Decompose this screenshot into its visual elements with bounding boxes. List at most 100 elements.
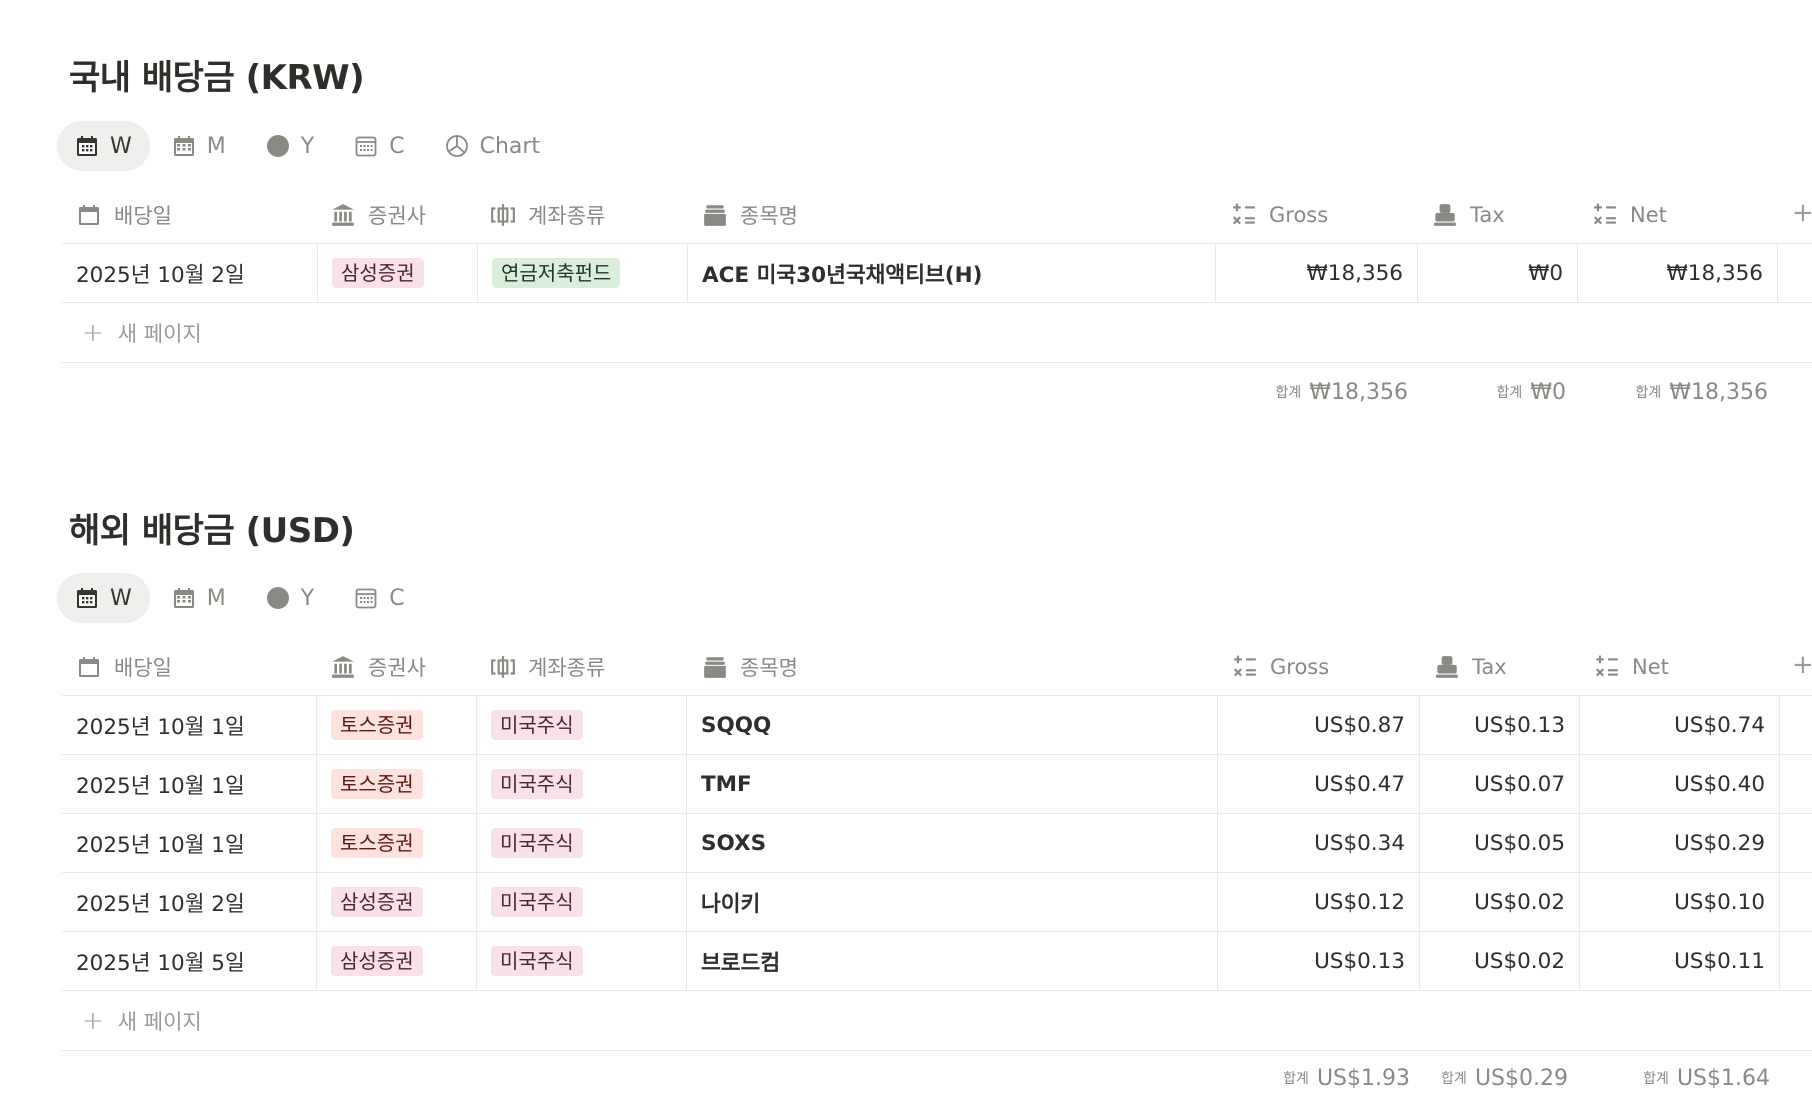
sum-value: ₩0: [1530, 379, 1566, 405]
cell-name[interactable]: 브로드컴: [687, 932, 1218, 990]
sum-label: 합계: [1275, 385, 1302, 401]
sum-label: 합계: [1635, 385, 1662, 401]
broker-tag: 삼성증권: [332, 258, 424, 288]
sum-tax[interactable]: 합계 US$0.29: [1420, 1058, 1568, 1098]
tab-m[interactable]: M: [154, 121, 244, 171]
formula-icon: [1232, 654, 1258, 680]
account-tag: 미국주식: [491, 887, 583, 917]
new-page-button[interactable]: + 새 페이지: [62, 991, 1812, 1051]
table-row[interactable]: 2025년 10월 2일 삼성증권 미국주식 나이키 US$0.12 US$0.…: [62, 873, 1812, 932]
cell-account[interactable]: 미국주식: [477, 814, 687, 872]
calendar-month-icon: [354, 586, 378, 610]
sum-tax[interactable]: 합계 ₩0: [1418, 372, 1566, 412]
sum-net[interactable]: 합계 US$1.64: [1580, 1058, 1770, 1098]
tab-chart[interactable]: Chart: [427, 121, 558, 171]
sum-value: ₩18,356: [1669, 379, 1768, 405]
column-header-account[interactable]: 계좌종류: [490, 186, 605, 244]
cell-broker[interactable]: 삼성증권: [317, 932, 477, 990]
column-header-date[interactable]: 배당일: [76, 186, 172, 244]
column-header-tax[interactable]: Tax: [1432, 186, 1505, 244]
sum-gross[interactable]: 합계 ₩18,356: [1216, 372, 1409, 412]
column-header-name[interactable]: 종목명: [702, 638, 798, 696]
tab-label: M: [206, 585, 226, 611]
cell-account[interactable]: 미국주식: [477, 755, 687, 813]
cell-net: US$0.29: [1580, 814, 1780, 872]
header-label: 종목명: [740, 656, 798, 680]
tab-label: C: [389, 133, 405, 159]
new-page-label: 새 페이지: [117, 1009, 202, 1034]
calendar-icon: [76, 202, 102, 228]
add-column-icon[interactable]: +: [1792, 650, 1812, 680]
tab-y[interactable]: Y: [248, 121, 332, 171]
cell-tax: ₩0: [1418, 244, 1578, 302]
column-header-name[interactable]: 종목명: [702, 186, 798, 244]
cell-gross: US$0.12: [1218, 873, 1420, 931]
cell-gross: US$0.34: [1218, 814, 1420, 872]
cell-broker[interactable]: 토스증권: [317, 814, 477, 872]
new-page-label: 새 페이지: [117, 321, 202, 346]
plus-icon: +: [82, 1005, 104, 1036]
tab-m[interactable]: M: [154, 573, 244, 623]
select-icon: [490, 202, 516, 228]
pie-chart-icon: [445, 134, 469, 158]
tab-y[interactable]: Y: [248, 573, 332, 623]
calendar-icon: [75, 134, 99, 158]
table-row[interactable]: 2025년 10월 1일 토스증권 미국주식 SQQQ US$0.87 US$0…: [62, 696, 1812, 755]
column-header-account[interactable]: 계좌종류: [490, 638, 605, 696]
cell-account[interactable]: 미국주식: [477, 696, 687, 754]
tab-label: W: [110, 585, 132, 611]
broker-tag: 토스증권: [331, 710, 423, 740]
cell-name[interactable]: SQQQ: [687, 696, 1218, 754]
column-header-net[interactable]: Net: [1592, 186, 1667, 244]
header-label: Net: [1632, 655, 1669, 679]
cell-gross: US$0.47: [1218, 755, 1420, 813]
header-label: 증권사: [368, 204, 426, 228]
cell-account[interactable]: 미국주식: [477, 873, 687, 931]
sum-label: 합계: [1283, 1071, 1309, 1087]
cell-account[interactable]: 미국주식: [477, 932, 687, 990]
column-header-broker[interactable]: 증권사: [330, 638, 426, 696]
add-column-icon[interactable]: +: [1792, 198, 1812, 228]
sum-net[interactable]: 합계 ₩18,356: [1578, 372, 1769, 412]
header-label: Tax: [1472, 655, 1507, 679]
cell-broker[interactable]: 삼성증권: [318, 244, 478, 302]
header-label: Net: [1630, 203, 1667, 227]
column-header-net[interactable]: Net: [1594, 638, 1669, 696]
header-label: 종목명: [740, 204, 798, 228]
page-title: 국내 배당금 (KRW): [69, 58, 365, 98]
cell-name[interactable]: 나이키: [687, 873, 1218, 931]
table-row[interactable]: 2025년 10월 1일 토스증권 미국주식 SOXS US$0.34 US$0…: [62, 814, 1812, 873]
tab-w[interactable]: W: [57, 121, 150, 171]
sum-gross[interactable]: 합계 US$1.93: [1216, 1058, 1410, 1098]
column-header-gross[interactable]: Gross: [1232, 638, 1329, 696]
cell-broker[interactable]: 토스증권: [317, 755, 477, 813]
header-label: 계좌종류: [528, 204, 606, 228]
bank-icon: [330, 654, 356, 680]
table-row[interactable]: 2025년 10월 5일 삼성증권 미국주식 브로드컴 US$0.13 US$0…: [62, 932, 1812, 991]
cell-name[interactable]: SOXS: [687, 814, 1218, 872]
calendar-grid-icon: [172, 134, 196, 158]
page-title: 해외 배당금 (USD): [69, 511, 355, 551]
column-header-gross[interactable]: Gross: [1231, 186, 1328, 244]
sum-label: 합계: [1643, 1071, 1669, 1087]
calendar-icon: [76, 654, 102, 680]
cell-name[interactable]: TMF: [687, 755, 1218, 813]
table-row[interactable]: 2025년 10월 2일 삼성증권 연금저축펀드 ACE 미국30년국채액티브(…: [62, 244, 1812, 303]
tab-c[interactable]: C: [336, 573, 422, 623]
tab-c[interactable]: C: [336, 121, 422, 171]
account-tag: 연금저축펀드: [492, 258, 621, 288]
cell-name[interactable]: ACE 미국30년국채액티브(H): [688, 244, 1216, 302]
cell-broker[interactable]: 삼성증권: [317, 873, 477, 931]
cell-broker[interactable]: 토스증권: [317, 696, 477, 754]
tab-label: Y: [300, 585, 315, 611]
column-header-tax[interactable]: Tax: [1434, 638, 1507, 696]
tab-w[interactable]: W: [57, 573, 150, 623]
cell-date: 2025년 10월 1일: [62, 814, 317, 872]
table-row[interactable]: 2025년 10월 1일 토스증권 미국주식 TMF US$0.47 US$0.…: [62, 755, 1812, 814]
cell-net: ₩18,356: [1578, 244, 1778, 302]
cell-account[interactable]: 연금저축펀드: [478, 244, 688, 302]
new-page-button[interactable]: + 새 페이지: [62, 303, 1812, 363]
column-header-date[interactable]: 배당일: [76, 638, 172, 696]
column-header-broker[interactable]: 증권사: [330, 186, 426, 244]
header-label: Gross: [1269, 203, 1329, 227]
